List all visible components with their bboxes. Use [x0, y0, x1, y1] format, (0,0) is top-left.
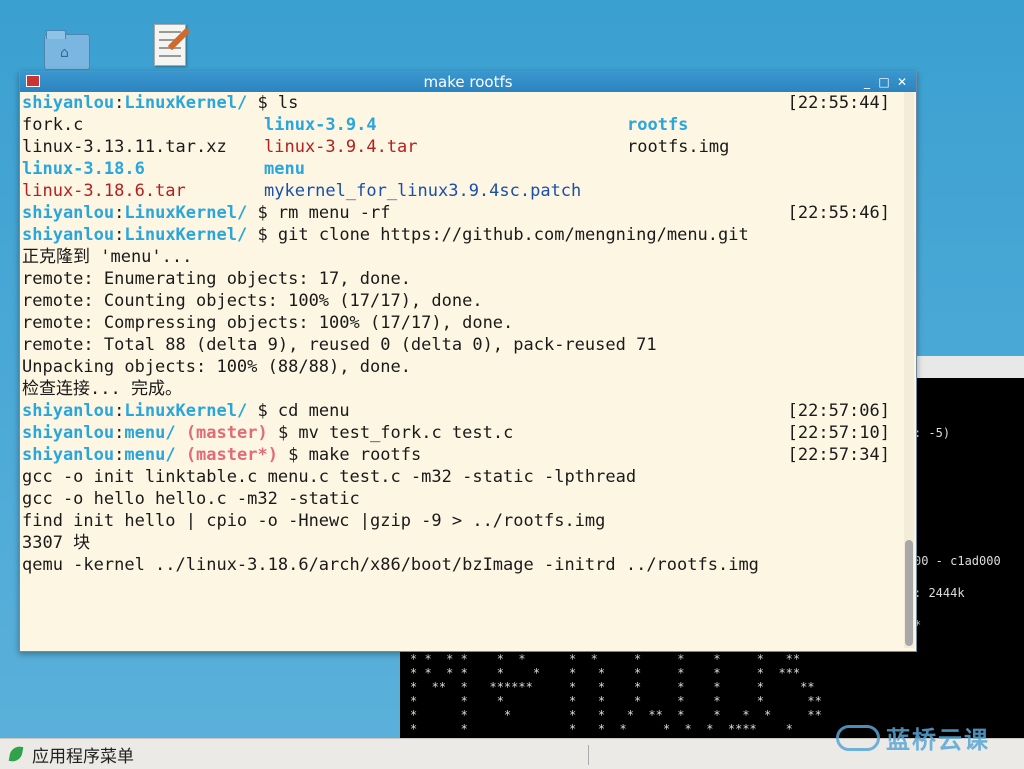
terminal-line: find init hello | cpio -o -Hnewc |gzip -…	[22, 511, 606, 531]
terminal-line: remote: Total 88 (delta 9), reused 0 (de…	[22, 335, 657, 355]
watermark-text: 蓝桥云课	[886, 726, 990, 754]
terminal-line: 正克隆到 'menu'...	[22, 247, 193, 267]
terminal-line: linux-3.13.11.tar.xz linux-3.9.4.tar rootf…	[22, 137, 730, 157]
close-button[interactable]: ✕	[895, 75, 909, 89]
maximize-button[interactable]: □	[877, 75, 891, 89]
terminal-line: qemu -kernel ../linux-3.18.6/arch/x86/bo…	[22, 555, 759, 575]
terminal-line: 3307 块	[22, 533, 91, 553]
terminal-output[interactable]: shiyanlou:LinuxKernel/ $ ls [22:55:44] fo…	[22, 92, 902, 648]
scrollbar-thumb[interactable]	[905, 540, 913, 646]
terminal-line: gcc -o hello hello.c -m32 -static	[22, 489, 360, 509]
terminal-line: shiyanlou:menu/ (master*) $ make rootfs[…	[22, 445, 890, 465]
terminal-window[interactable]: make rootfs _ □ ✕ shiyanlou:LinuxKernel/…	[19, 71, 917, 652]
window-title: make rootfs	[423, 73, 513, 91]
terminal-line: Unpacking objects: 100% (88/88), done.	[22, 357, 411, 377]
applications-menu-button[interactable]: 应用程序菜单	[8, 743, 134, 767]
text-editor-icon[interactable]	[148, 22, 196, 70]
watermark: 蓝桥云课	[836, 720, 990, 755]
window-titlebar[interactable]: make rootfs _ □ ✕	[20, 72, 916, 92]
home-folder-icon[interactable]: ⌂	[42, 26, 90, 74]
terminal-line: shiyanlou:LinuxKernel/ $ ls [22:55:44]	[22, 93, 890, 113]
terminal-line: linux-3.18.6 menu	[22, 159, 305, 179]
qemu-output-line: : -5)	[914, 426, 951, 440]
terminal-line: remote: Counting objects: 100% (17/17), …	[22, 291, 483, 311]
terminal-scrollbar[interactable]	[904, 92, 914, 648]
qemu-ascii-art: * * * * * * * * * * * * ** * * * * * * *…	[410, 652, 822, 736]
watermark-logo-icon	[836, 724, 880, 751]
terminal-line: remote: Enumerating objects: 17, done.	[22, 269, 411, 289]
terminal-line: remote: Compressing objects: 100% (17/17…	[22, 313, 514, 333]
terminal-line: shiyanlou:menu/ (master) $ mv test_fork.…	[22, 423, 890, 443]
terminal-line: shiyanlou:LinuxKernel/ $ cd menu [22:57:0…	[22, 401, 890, 421]
minimize-button[interactable]: _	[860, 75, 874, 89]
qemu-output-line: : 2444k	[914, 586, 965, 600]
terminal-line: shiyanlou:LinuxKernel/ $ git clone https…	[22, 225, 749, 245]
leaf-icon	[8, 745, 24, 763]
terminal-line: 检查连接... 完成。	[22, 379, 182, 399]
applications-menu-label: 应用程序菜单	[32, 746, 134, 767]
terminal-line: shiyanlou:LinuxKernel/ $ rm menu -rf [22:…	[22, 203, 890, 223]
taskbar-separator	[588, 745, 589, 765]
terminal-line: gcc -o init linktable.c menu.c test.c -m…	[22, 467, 637, 487]
terminal-line: fork.c linux-3.9.4 rootfs	[22, 115, 689, 135]
qemu-output-line: 00 - c1ad000	[914, 554, 1001, 568]
terminal-line: linux-3.18.6.tar mykernel_for_linux3.9.4s…	[22, 181, 582, 201]
